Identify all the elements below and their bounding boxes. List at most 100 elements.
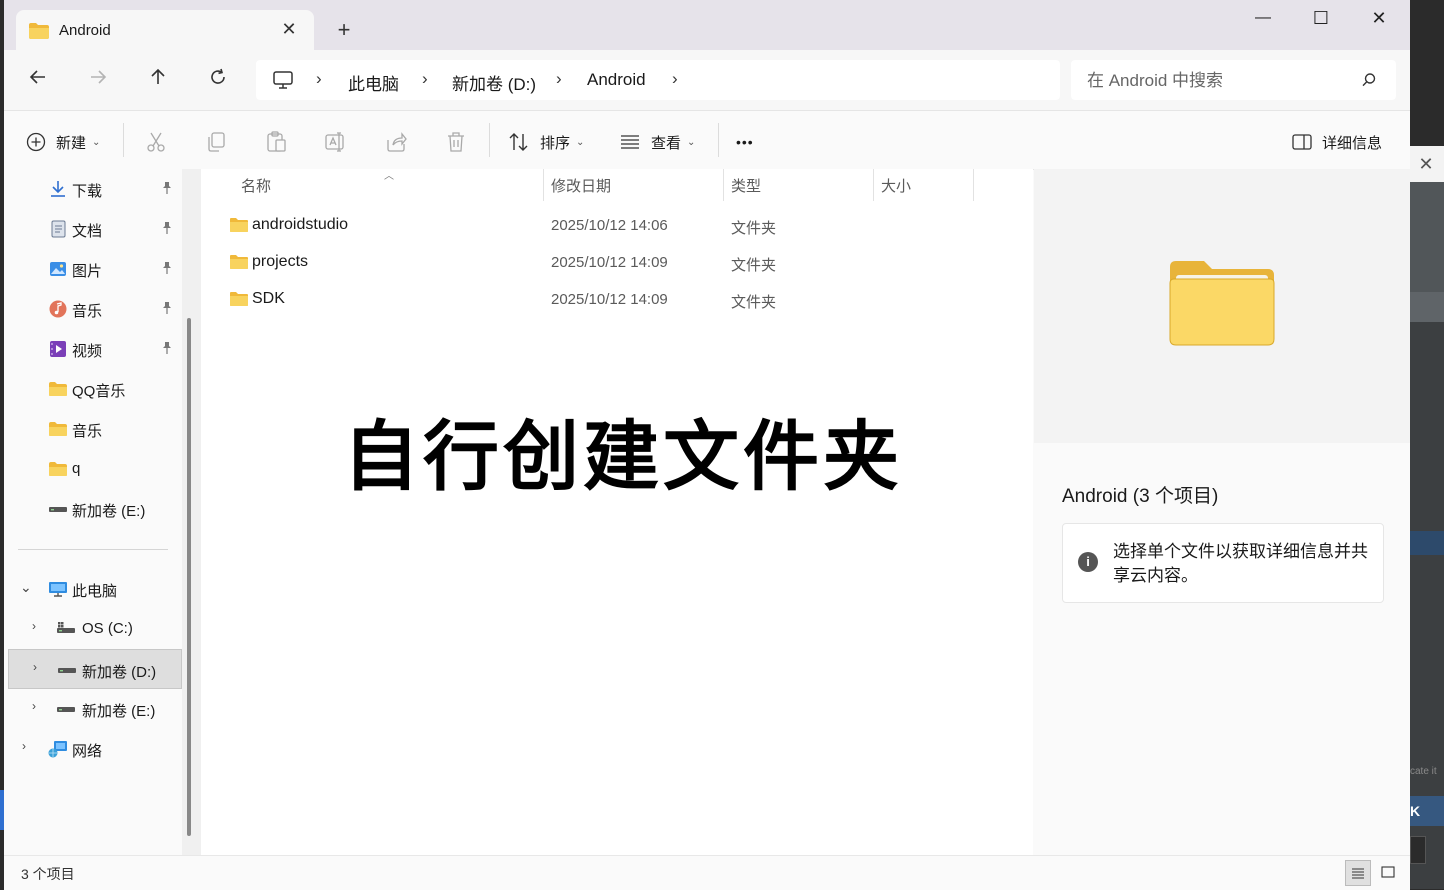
item-count: 3 个项目 (21, 866, 75, 882)
sidebar-item-documents[interactable]: 文档 (4, 209, 182, 249)
background-selected-row (1408, 531, 1444, 555)
chevron-right-icon[interactable]: › (32, 699, 36, 713)
minimize-button[interactable]: — (1240, 6, 1286, 30)
breadcrumb-drive-d[interactable]: 新加卷 (D:) (452, 70, 536, 95)
folder-icon (230, 292, 248, 306)
back-button[interactable] (23, 66, 53, 96)
file-date: 2025/10/12 14:06 (551, 217, 668, 234)
table-row[interactable]: SDK 2025/10/12 14:09 文件夹 (221, 281, 991, 317)
file-date: 2025/10/12 14:09 (551, 254, 668, 271)
network-icon (48, 741, 67, 758)
search-icon[interactable] (1361, 72, 1377, 88)
background-button[interactable]: K (1408, 796, 1444, 826)
sidebar-item-network[interactable]: › 网络 (4, 729, 182, 769)
pin-icon[interactable] (160, 301, 174, 315)
sidebar-item-drive-e-quick[interactable]: 新加卷 (E:) (4, 489, 182, 529)
more-options-button[interactable]: ••• (736, 129, 754, 155)
folder-icon (49, 462, 67, 476)
up-button[interactable] (143, 66, 173, 96)
sidebar-item-q[interactable]: q (4, 449, 182, 489)
column-divider[interactable] (973, 169, 974, 201)
cut-icon[interactable] (144, 130, 168, 154)
column-divider[interactable] (873, 169, 874, 201)
sort-icon (509, 133, 528, 151)
pin-icon[interactable] (160, 181, 174, 195)
breadcrumb[interactable]: › 此电脑 › 新加卷 (D:) › Android › (256, 60, 1060, 100)
sidebar-item-downloads[interactable]: 下载 (4, 169, 182, 209)
new-tab-button[interactable]: + (332, 18, 356, 42)
delete-icon[interactable] (444, 130, 468, 154)
drive-icon (58, 668, 76, 673)
tab-android[interactable]: Android ✕ (16, 10, 314, 50)
file-name: androidstudio (252, 216, 349, 233)
column-header-name[interactable]: 名称 (241, 175, 271, 196)
paste-icon[interactable] (264, 130, 288, 154)
search-box (1071, 60, 1396, 100)
rename-icon[interactable] (324, 130, 348, 154)
refresh-icon (211, 68, 225, 84)
sidebar-item-qqmusic[interactable]: QQ音乐 (4, 369, 182, 409)
sidebar-item-pictures[interactable]: 图片 (4, 249, 182, 289)
sidebar-item-label: 下载 (72, 183, 103, 200)
close-tab-icon[interactable]: ✕ (278, 18, 300, 40)
search-input[interactable] (1085, 66, 1349, 96)
background-close-icon[interactable]: ✕ (1408, 146, 1444, 182)
details-view-button[interactable] (1345, 860, 1371, 886)
chevron-right-icon[interactable]: › (22, 739, 26, 753)
forward-button[interactable] (83, 66, 113, 96)
details-pane: Android (3 个项目) i 选择单个文件以获取详细信息并共享云内容。 (1034, 169, 1410, 855)
column-header-size[interactable]: 大小 (881, 175, 911, 196)
sidebar-item-music-folder[interactable]: 音乐 (4, 409, 182, 449)
chevron-right-icon[interactable]: › (32, 619, 36, 633)
view-button[interactable]: 查看 ⌄ (620, 129, 695, 155)
sidebar-item-label: 文档 (72, 223, 103, 240)
toolbar-divider (123, 123, 124, 157)
sidebar-item-label: 此电脑 (72, 583, 118, 600)
arrow-left-icon (29, 70, 45, 84)
sidebar-item-this-pc[interactable]: ⌄ 此电脑 (4, 569, 182, 609)
sidebar-item-drive-d[interactable]: › 新加卷 (D:) (8, 649, 182, 689)
sidebar-item-music[interactable]: 音乐 (4, 289, 182, 329)
chevron-right-icon: › (316, 69, 322, 88)
column-header-date[interactable]: 修改日期 (551, 175, 611, 196)
sidebar-scrollbar-track (182, 169, 201, 855)
pin-icon[interactable] (160, 221, 174, 235)
details-view-icon (1352, 868, 1364, 879)
maximize-button[interactable]: ☐ (1298, 6, 1344, 30)
sidebar-item-drive-c[interactable]: › OS (C:) (4, 609, 182, 649)
breadcrumb-android[interactable]: Android (587, 70, 646, 90)
add-circle-icon (26, 132, 46, 152)
table-row[interactable]: projects 2025/10/12 14:09 文件夹 (221, 244, 991, 280)
breadcrumb-this-pc[interactable]: 此电脑 (348, 70, 399, 95)
chevron-right-icon[interactable]: › (33, 660, 37, 674)
chevron-down-icon[interactable]: ⌄ (20, 579, 32, 596)
close-window-button[interactable]: ✕ (1356, 6, 1402, 30)
chevron-down-icon: ⌄ (687, 136, 696, 148)
sort-button[interactable]: 排序 ⌄ (508, 129, 584, 155)
sidebar-scrollbar-thumb[interactable] (187, 318, 191, 836)
sidebar-item-label: QQ音乐 (72, 383, 126, 400)
music-icon (49, 300, 67, 318)
new-button[interactable]: 新建 ⌄ (26, 129, 100, 155)
sidebar-item-videos[interactable]: 视频 (4, 329, 182, 369)
share-icon[interactable] (384, 130, 408, 154)
view-list-icon (621, 135, 639, 149)
sidebar-item-drive-e[interactable]: › 新加卷 (E:) (4, 689, 182, 729)
title-bar: Android ✕ + — ☐ ✕ (4, 0, 1410, 50)
folder-icon (49, 422, 67, 436)
column-divider[interactable] (543, 169, 544, 201)
background-text: cate it (1410, 766, 1437, 777)
refresh-button[interactable] (203, 66, 233, 96)
column-divider[interactable] (723, 169, 724, 201)
file-name: projects (252, 253, 309, 270)
folder-icon (29, 23, 49, 39)
pin-icon[interactable] (160, 261, 174, 275)
details-pane-button[interactable]: 详细信息 (1292, 129, 1382, 155)
column-header-type[interactable]: 类型 (731, 175, 761, 196)
chevron-right-icon[interactable]: › (672, 69, 678, 89)
copy-icon[interactable] (204, 130, 228, 154)
toolbar-divider (489, 123, 490, 157)
table-row[interactable]: androidstudio 2025/10/12 14:06 文件夹 (221, 207, 991, 243)
large-icons-view-button[interactable] (1375, 860, 1401, 886)
pin-icon[interactable] (160, 341, 174, 355)
